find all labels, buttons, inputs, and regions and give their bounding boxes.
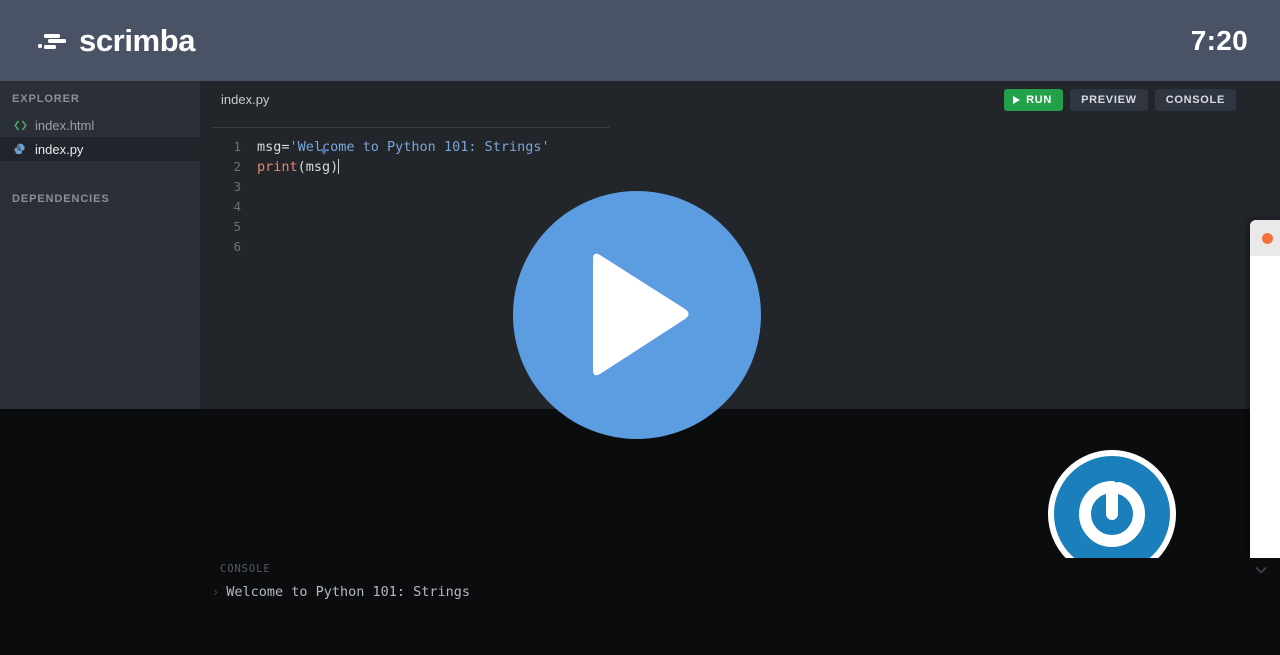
- code-line-content[interactable]: print(msg): [241, 149, 340, 177]
- code-line: 5: [200, 217, 1280, 237]
- code-line: 4: [200, 197, 1280, 217]
- sidebar-section-explorer: EXPLORER: [12, 93, 80, 105]
- cursor-marker-icon: [320, 149, 328, 155]
- code-token-string: 'Welcome to Python 101: Strings': [289, 139, 550, 155]
- preview-button[interactable]: PREVIEW: [1070, 89, 1148, 111]
- sidebar-item-index-html[interactable]: index.html: [0, 113, 200, 137]
- sidebar-section-dependencies: DEPENDENCIES: [12, 193, 110, 205]
- code-area[interactable]: 1 msg='Welcome to Python 101: Strings' 2…: [200, 137, 1280, 257]
- scrimba-screencast-app: scrimba 7:20 EXPLORER index.html index.p…: [0, 0, 1280, 655]
- console-panel: CONSOLE › Welcome to Python 101: Strings: [200, 558, 1280, 655]
- sliding-window-titlebar: [1250, 220, 1280, 256]
- line-number: 4: [233, 199, 241, 214]
- sidebar-item-label: index.py: [35, 141, 84, 157]
- line-number: 6: [233, 239, 241, 254]
- console-output-row: › Welcome to Python 101: Strings: [212, 584, 470, 600]
- code-line: 1 msg='Welcome to Python 101: Strings': [200, 137, 1280, 157]
- line-number: 1: [233, 139, 241, 154]
- code-token-plain: (msg): [297, 159, 339, 175]
- run-button-label: RUN: [1026, 94, 1053, 106]
- console-output-text: Welcome to Python 101: Strings: [226, 584, 471, 600]
- app-header: scrimba 7:20: [0, 0, 1280, 81]
- run-button[interactable]: RUN: [1004, 89, 1064, 111]
- code-token-plain: msg=: [257, 139, 290, 155]
- line-number: 5: [233, 219, 241, 234]
- console-header: CONSOLE: [200, 558, 1280, 580]
- tab-index-py[interactable]: index.py: [221, 92, 269, 107]
- window-close-dot-icon[interactable]: [1262, 232, 1273, 244]
- line-number: 2: [233, 159, 241, 174]
- code-line-content[interactable]: msg='Welcome to Python 101: Strings': [241, 137, 550, 157]
- play-icon: [1013, 96, 1021, 104]
- sidebar-item-index-py[interactable]: index.py: [0, 137, 200, 161]
- console-label: CONSOLE: [220, 563, 271, 575]
- sidebar-explorer: EXPLORER index.html index.py DEPENDENCIE…: [0, 81, 200, 409]
- html-code-icon: [13, 118, 27, 132]
- console-prompt-icon: ›: [212, 585, 220, 599]
- text-cursor: [338, 159, 340, 174]
- code-line: 3: [200, 177, 1280, 197]
- play-triangle-icon: [593, 253, 689, 376]
- brand-name: scrimba: [79, 22, 196, 58]
- recording-time: 7:20: [1190, 24, 1248, 56]
- brand[interactable]: scrimba: [38, 22, 196, 59]
- line-number: 3: [233, 179, 241, 194]
- tab-underline-divider: [212, 127, 610, 128]
- console-button[interactable]: CONSOLE: [1154, 89, 1236, 111]
- scrimba-logo-icon: [38, 31, 66, 51]
- code-line: 2 print(msg): [200, 149, 1280, 177]
- play-button-icon[interactable]: [513, 191, 761, 439]
- editor-action-buttons: RUN PREVIEW CONSOLE: [1004, 89, 1236, 111]
- sidebar-item-label: index.html: [35, 117, 95, 133]
- chevron-down-icon[interactable]: [1253, 562, 1269, 578]
- python-icon: [13, 142, 27, 156]
- code-token-function: print: [257, 159, 298, 175]
